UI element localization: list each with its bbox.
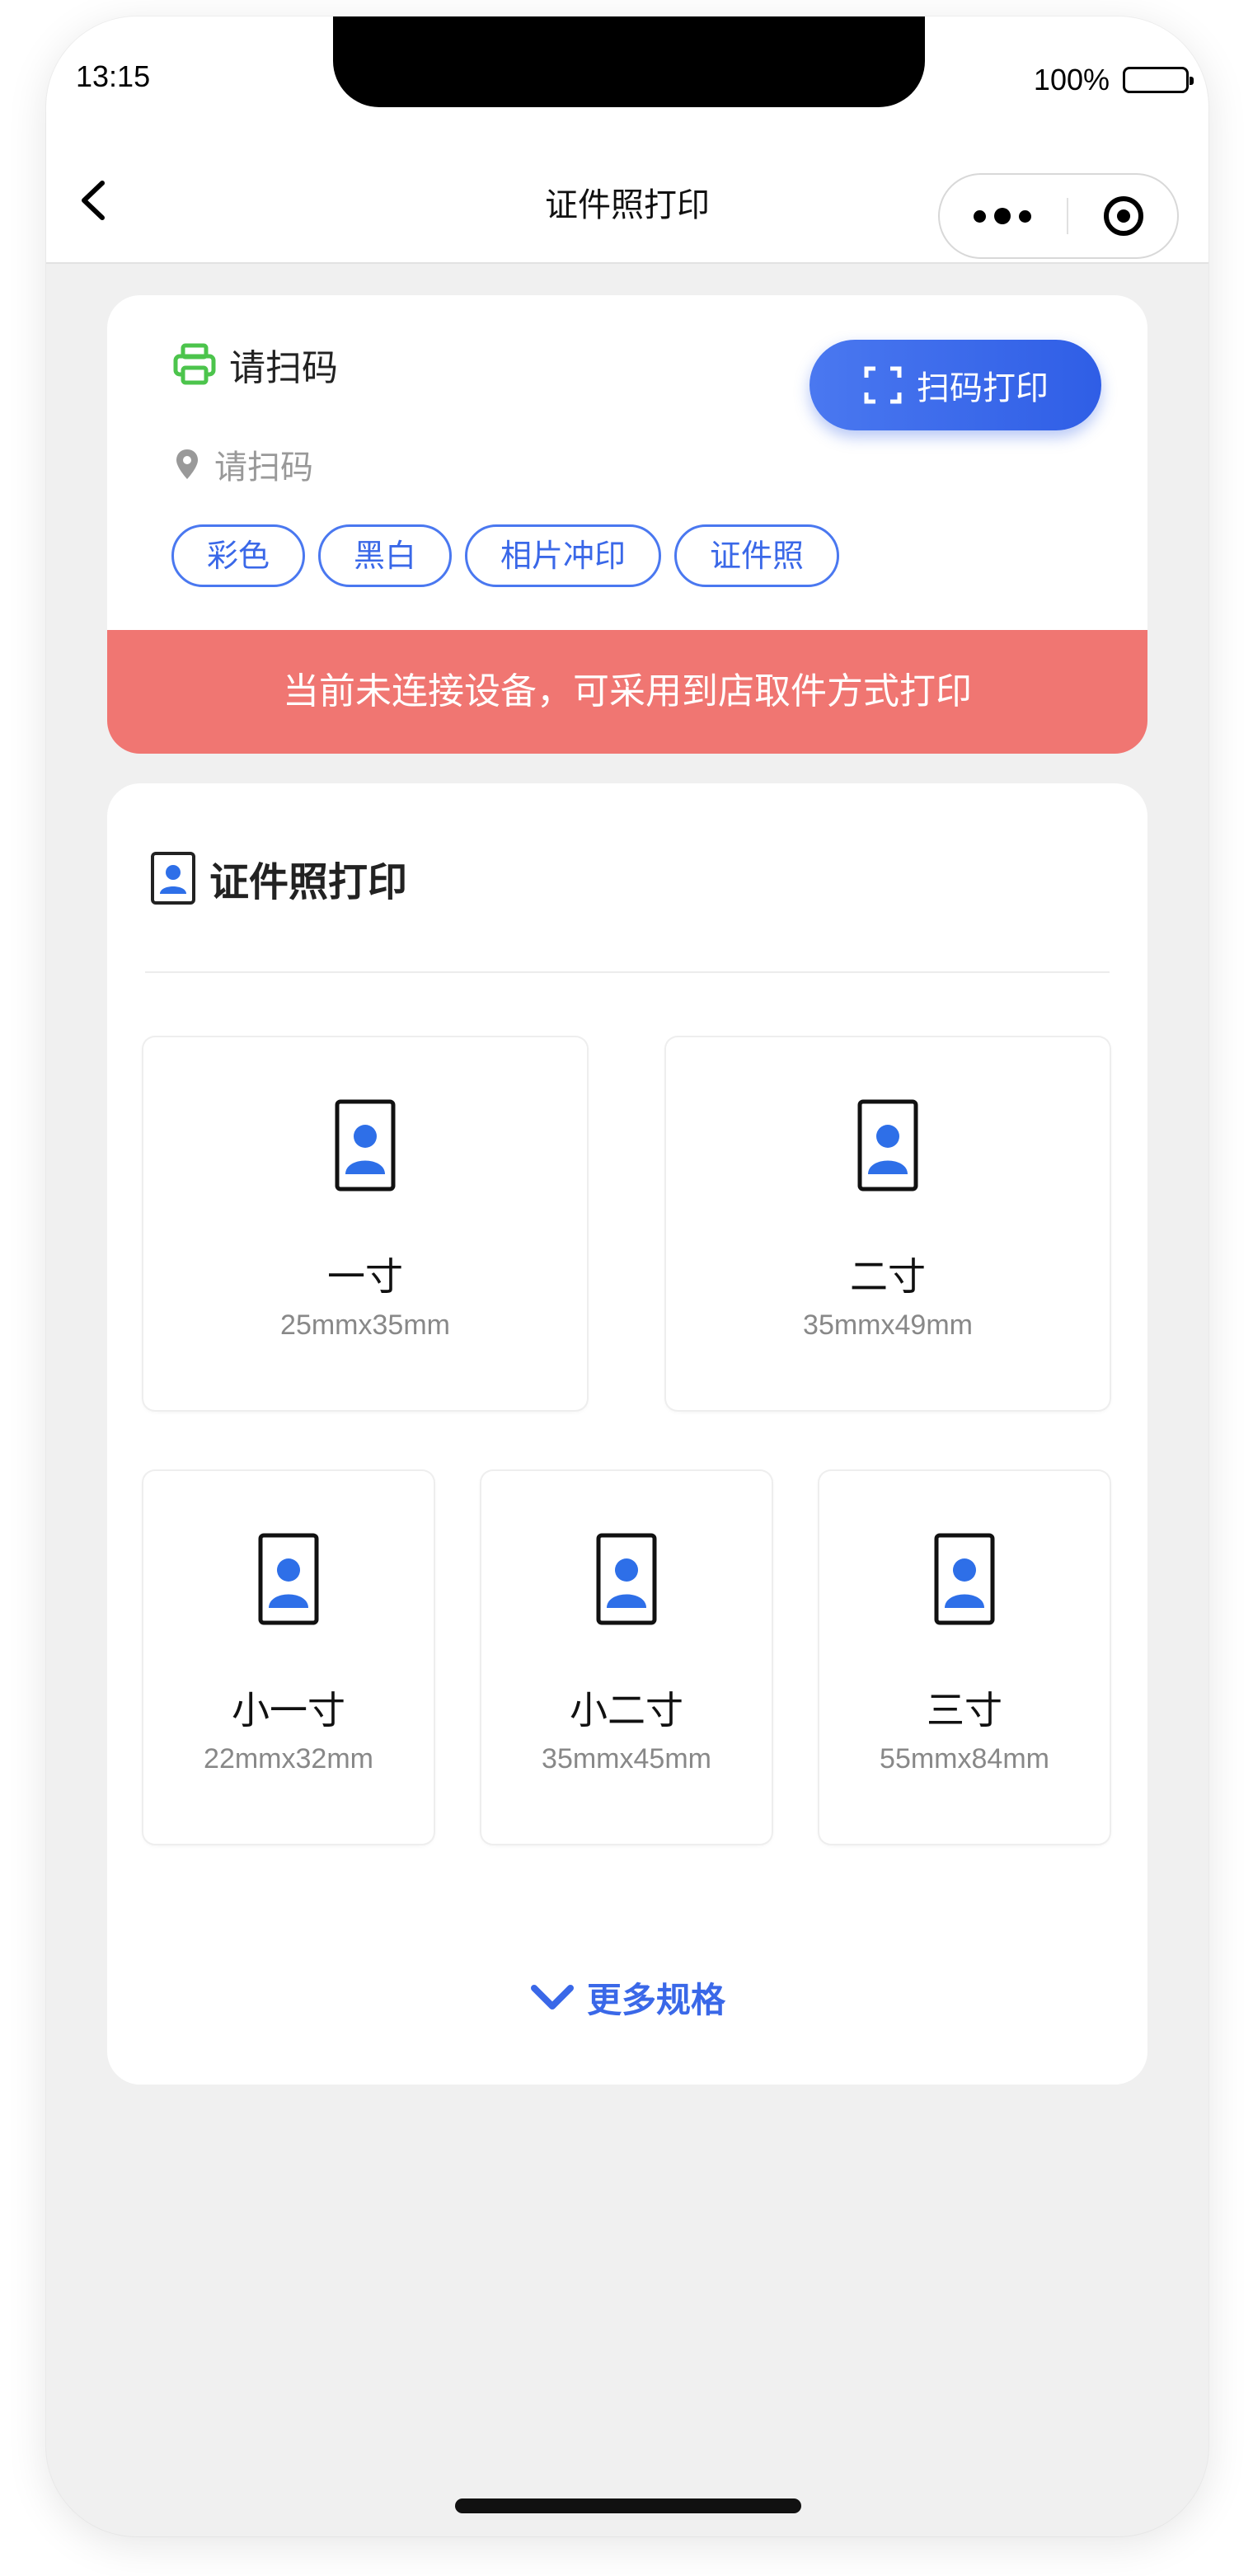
status-time: 13:15 [76, 59, 151, 93]
location-text: 请扫码 [214, 449, 313, 487]
size-dimensions: 35mmx49mm [803, 1309, 973, 1341]
id-photo-icon [335, 1099, 396, 1192]
location-row: 请扫码 [175, 440, 313, 488]
home-indicator[interactable] [455, 2498, 801, 2513]
device-card: 请扫码 请扫码 扫码打印 彩色 黑白 相片冲印 证件照 当前未连接设备，可采用到… [107, 295, 1147, 754]
printer-name: 请扫码 [229, 347, 338, 389]
printer-row: 请扫码 [171, 338, 338, 391]
size-dimensions: 22mmx32mm [204, 1743, 373, 1775]
location-pin-icon [176, 449, 198, 479]
tag-black-white: 黑白 [318, 524, 453, 587]
nav-bar: 证件照打印 [46, 139, 1208, 264]
size-name: 小一寸 [232, 1688, 345, 1732]
chevron-down-icon [530, 1984, 574, 2010]
id-photo-icon [934, 1533, 995, 1625]
id-photo-icon [151, 852, 195, 905]
id-photo-icon [857, 1099, 918, 1192]
scan-icon [864, 366, 902, 404]
device-notch [333, 16, 925, 107]
close-miniprogram-icon[interactable] [1103, 196, 1143, 236]
section-divider [145, 971, 1110, 973]
battery-icon [1123, 67, 1194, 93]
size-name: 小二寸 [570, 1688, 683, 1732]
tag-photo-print: 相片冲印 [465, 524, 662, 587]
printer-icon [173, 343, 216, 385]
size-name: 二寸 [850, 1254, 926, 1299]
connection-alert: 当前未连接设备，可采用到店取件方式打印 [107, 630, 1147, 754]
size-dimensions: 35mmx45mm [542, 1743, 711, 1775]
size-name: 三寸 [927, 1688, 1002, 1732]
section-title: 证件照打印 [209, 859, 408, 905]
more-specs-button[interactable]: 更多规格 [107, 1972, 1147, 2023]
size-dimensions: 25mmx35mm [280, 1309, 450, 1341]
size-name: 一寸 [327, 1254, 403, 1299]
scan-print-button[interactable]: 扫码打印 [810, 340, 1101, 430]
size-card-small-2inch[interactable]: 小二寸 35mmx45mm [481, 1471, 772, 1844]
battery-status: 100% [1033, 63, 1194, 97]
more-icon[interactable] [974, 208, 1032, 224]
tag-id-photo: 证件照 [674, 524, 840, 587]
size-card-2inch[interactable]: 二寸 35mmx49mm [666, 1037, 1110, 1410]
battery-percent: 100% [1033, 63, 1110, 96]
tag-color: 彩色 [171, 524, 306, 587]
size-card-1inch[interactable]: 一寸 25mmx35mm [143, 1037, 587, 1410]
id-photo-icon [596, 1533, 657, 1625]
size-dimensions: 55mmx84mm [880, 1743, 1049, 1775]
status-bar: 13:15 100% [46, 16, 1208, 139]
more-specs-label: 更多规格 [586, 1980, 725, 2020]
size-card-small-1inch[interactable]: 小一寸 22mmx32mm [143, 1471, 434, 1844]
section-header: 证件照打印 [150, 849, 407, 907]
miniprogram-capsule [938, 173, 1179, 259]
print-type-tags: 彩色 黑白 相片冲印 证件照 [171, 524, 840, 587]
id-photo-card: 证件照打印 一寸 25mmx35mm 二寸 35mmx49mm 小一寸 22mm… [107, 783, 1147, 2085]
phone-screen: 13:15 100% 证件照打印 请扫码 请扫码 扫码打印 彩色 黑白 相片冲印… [46, 16, 1208, 2536]
id-photo-icon [258, 1533, 319, 1625]
scan-print-label: 扫码打印 [917, 369, 1049, 407]
size-card-3inch[interactable]: 三寸 55mmx84mm [819, 1471, 1110, 1844]
capsule-divider [1066, 198, 1068, 234]
